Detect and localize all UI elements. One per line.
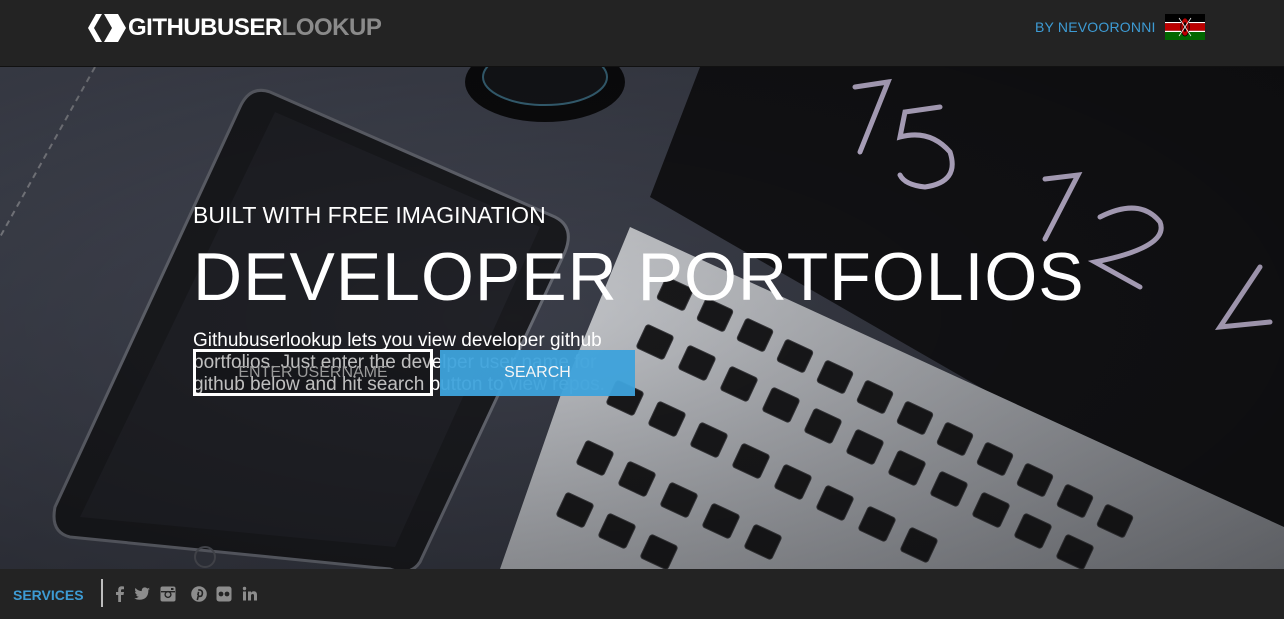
search-button[interactable]: SEARCH — [440, 350, 635, 396]
instagram-icon[interactable] — [159, 585, 177, 603]
brand-text-primary: GITHUBUSER — [128, 14, 282, 41]
footer-bar: SERVICES — [0, 569, 1284, 619]
footer-divider — [101, 579, 103, 607]
facebook-icon[interactable] — [111, 585, 129, 603]
top-navbar: GITHUBUSERLOOKUP BY NEVOORONNI — [0, 0, 1284, 67]
username-search-input[interactable] — [193, 349, 433, 396]
brand-link[interactable]: GITHUBUSERLOOKUP — [88, 12, 382, 44]
author-link[interactable]: BY NEVOORONNI — [1035, 19, 1156, 35]
linkedin-icon[interactable] — [241, 585, 259, 603]
flickr-icon[interactable] — [215, 585, 233, 603]
hero-background-image — [0, 67, 1284, 569]
hero-section: BUILT WITH FREE IMAGINATION DEVELOPER PO… — [0, 67, 1284, 569]
kenya-flag-icon — [1165, 14, 1205, 40]
hero-kicker: BUILT WITH FREE IMAGINATION — [193, 202, 546, 228]
brand-text-secondary: LOOKUP — [281, 14, 382, 41]
twitter-icon[interactable] — [133, 585, 151, 603]
pinterest-icon[interactable] — [190, 585, 208, 603]
brand-logo-icon — [88, 14, 126, 42]
hero-headline: DEVELOPER PORTFOLIOS — [193, 239, 1085, 315]
services-link[interactable]: SERVICES — [13, 587, 84, 603]
